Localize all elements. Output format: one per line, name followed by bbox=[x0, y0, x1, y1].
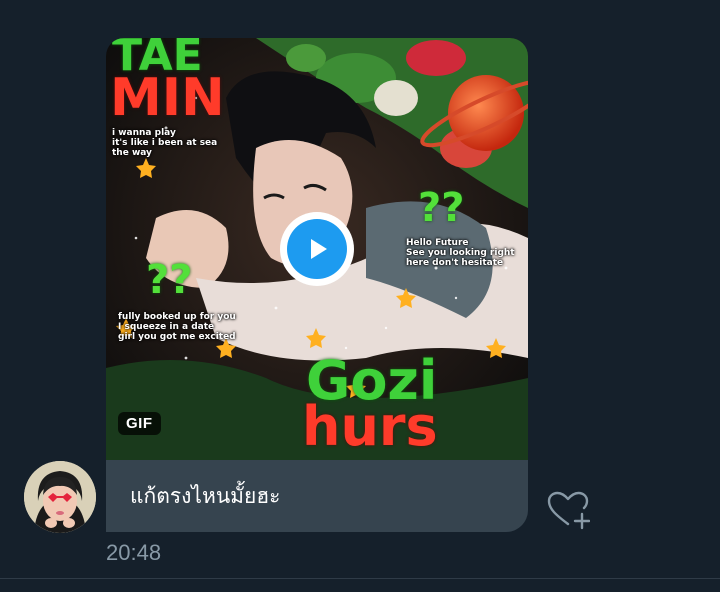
art-lyric-1: i wanna play it's like i been at sea the… bbox=[112, 128, 218, 158]
gif-media[interactable]: TAE MIN i wanna play it's like i been at… bbox=[106, 38, 528, 460]
avatar[interactable] bbox=[24, 461, 96, 533]
play-button-circle bbox=[287, 219, 347, 279]
art-question-marks-1: ?? bbox=[418, 185, 465, 231]
divider bbox=[0, 578, 720, 579]
play-icon bbox=[311, 239, 327, 259]
like-button[interactable] bbox=[546, 490, 591, 532]
message-bubble: TAE MIN i wanna play it's like i been at… bbox=[106, 38, 528, 532]
play-button[interactable] bbox=[280, 212, 354, 286]
art-name-bottom-2: hurs bbox=[302, 395, 438, 458]
art-lyric-2: Hello Future See you looking right here … bbox=[406, 238, 515, 268]
heart-plus-icon bbox=[547, 491, 591, 530]
art-name-top-2: MIN bbox=[110, 68, 225, 128]
art-question-marks-2: ?? bbox=[146, 257, 193, 303]
message-caption: แก้ตรงไหนมั้ยฮะ bbox=[106, 460, 528, 532]
art-lyric-3: fully booked up for you I squeeze in a d… bbox=[118, 312, 236, 342]
message-timestamp: 20:48 bbox=[106, 540, 162, 565]
gif-badge: GIF bbox=[118, 412, 161, 435]
message-row: TAE MIN i wanna play it's like i been at… bbox=[0, 0, 720, 592]
